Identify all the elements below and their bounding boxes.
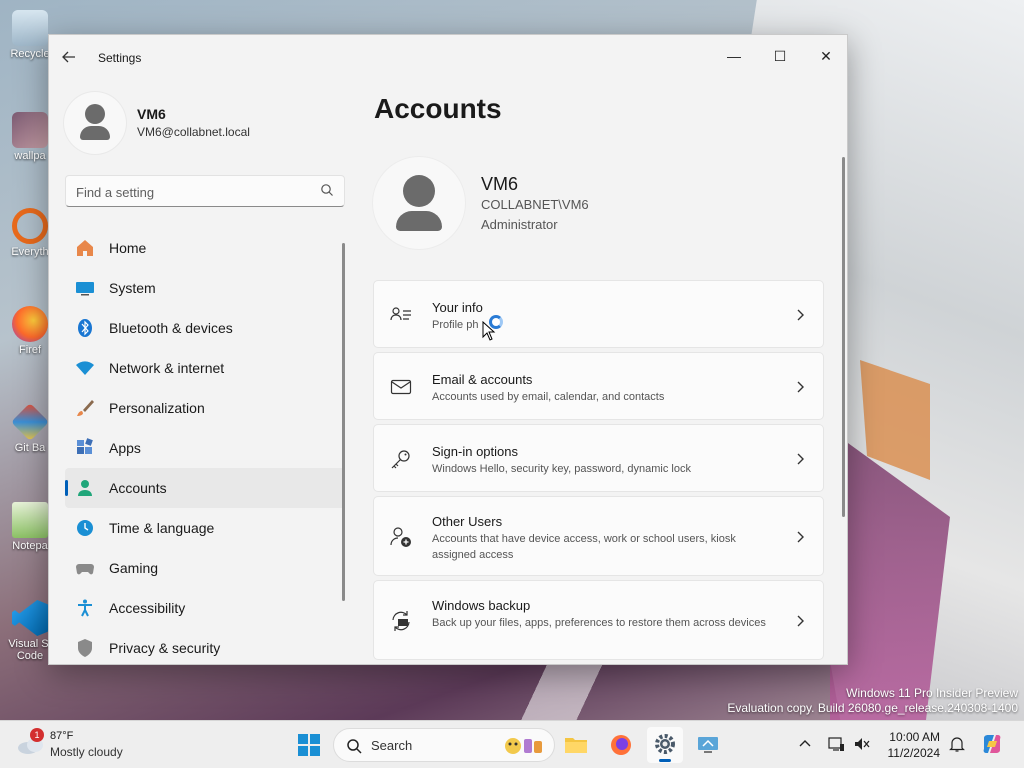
windows-backup-card[interactable]: Windows backup Back up your files, apps,… — [373, 580, 824, 660]
key-icon — [391, 450, 410, 469]
profile-name: VM6 — [137, 106, 166, 122]
globe-clock-icon — [77, 520, 93, 536]
taskbar: 1 87°F Mostly cloudy Search 10:00 AM 11/… — [0, 720, 1024, 768]
copilot-icon[interactable] — [980, 732, 1004, 756]
remote-desktop-button[interactable] — [690, 727, 726, 763]
chevron-up-icon[interactable] — [796, 735, 814, 753]
chevron-right-icon — [797, 531, 804, 543]
bluetooth-icon — [78, 319, 92, 337]
apps-icon — [77, 438, 93, 454]
chevron-right-icon — [797, 453, 804, 465]
windows-logo-icon — [298, 734, 320, 756]
content-scrollbar[interactable] — [842, 157, 845, 517]
everything-search-icon — [12, 208, 48, 244]
paintbrush-icon — [77, 400, 94, 416]
recycle-bin-icon — [12, 10, 48, 46]
home-icon — [77, 240, 93, 256]
remote-desktop-icon — [698, 737, 718, 753]
maximize-button[interactable]: ☐ — [757, 41, 803, 71]
gamepad-icon — [76, 564, 94, 575]
notepad-plus-icon — [12, 502, 48, 538]
profile-email: VM6@collabnet.local — [137, 125, 250, 139]
settings-taskbar-button[interactable] — [647, 727, 683, 763]
other-users-card[interactable]: Other Users Accounts that have device ac… — [373, 496, 824, 576]
gear-icon — [655, 734, 675, 754]
volume-muted-icon[interactable] — [853, 735, 871, 753]
image-file-icon — [12, 112, 48, 148]
profile-avatar[interactable] — [64, 92, 126, 154]
firefox-taskbar-button[interactable] — [603, 727, 639, 763]
sidebar-item-system[interactable]: System — [65, 268, 345, 308]
account-domain: COLLABNET\VM6 — [481, 197, 589, 212]
settings-window: Settings — ☐ ✕ VM6 VM6@collabnet.local H… — [48, 34, 848, 665]
close-button[interactable]: ✕ — [803, 41, 847, 71]
clock-date: 11/2/2024 — [887, 746, 941, 760]
user-icon — [85, 104, 105, 124]
taskbar-search[interactable]: Search — [333, 728, 555, 762]
clock-time: 10:00 AM — [889, 730, 940, 744]
minimize-button[interactable]: — — [711, 41, 757, 71]
network-icon[interactable] — [827, 735, 845, 753]
notification-badge: 1 — [30, 728, 44, 742]
busy-spinner-icon — [489, 315, 503, 329]
person-icon — [78, 480, 92, 496]
title-bar[interactable]: Settings — ☐ ✕ — [49, 35, 847, 81]
contact-card-icon — [390, 307, 411, 321]
firefox-icon — [611, 735, 631, 755]
accessibility-icon — [78, 599, 92, 617]
monitor-icon — [76, 282, 94, 296]
chevron-right-icon — [797, 381, 804, 393]
chevron-right-icon — [797, 615, 804, 627]
sidebar-item-accessibility[interactable]: Accessibility — [65, 588, 345, 628]
firefox-icon — [12, 306, 48, 342]
bell-icon[interactable] — [948, 735, 966, 753]
weather-condition: Mostly cloudy — [50, 745, 123, 759]
back-arrow-icon[interactable] — [61, 49, 83, 67]
envelope-icon — [390, 379, 412, 395]
settings-search-box[interactable] — [65, 175, 345, 207]
search-input[interactable] — [76, 182, 311, 202]
git-bash-icon — [10, 402, 50, 442]
email-accounts-card[interactable]: Email & accounts Accounts used by email,… — [373, 352, 824, 420]
clock[interactable]: 10:00 AM 11/2/2024 — [876, 729, 941, 761]
search-highlight-icon — [505, 738, 542, 754]
chevron-right-icon — [797, 309, 804, 321]
search-icon — [347, 739, 362, 754]
search-icon[interactable] — [320, 183, 334, 197]
user-icon — [403, 175, 435, 207]
window-title: Settings — [98, 51, 142, 65]
sidebar-item-network[interactable]: Network & internet — [65, 348, 345, 388]
sidebar-nav: Home System Bluetooth & devices Network … — [65, 228, 345, 664]
sidebar-item-gaming[interactable]: Gaming — [65, 548, 345, 588]
weather-temperature: 87°F — [50, 730, 74, 742]
add-user-icon — [390, 527, 411, 547]
account-name: VM6 — [481, 174, 519, 194]
windows-watermark: Windows 11 Pro Insider Preview Evaluatio… — [727, 686, 1018, 715]
wifi-icon — [76, 361, 94, 375]
your-info-card[interactable]: Your info Profile ph — [373, 280, 824, 348]
sign-in-options-card[interactable]: Sign-in options Windows Hello, security … — [373, 424, 824, 492]
weather-widget[interactable]: 1 87°F Mostly cloudy — [16, 728, 146, 762]
sidebar-item-bluetooth[interactable]: Bluetooth & devices — [65, 308, 345, 348]
sidebar-item-privacy-security[interactable]: Privacy & security — [65, 628, 345, 664]
sidebar-item-time-language[interactable]: Time & language — [65, 508, 345, 548]
sidebar-item-apps[interactable]: Apps — [65, 428, 345, 468]
sidebar-item-personalization[interactable]: Personalization — [65, 388, 345, 428]
page-title: Accounts — [374, 93, 502, 124]
backup-sync-icon — [392, 611, 410, 631]
sidebar-scrollbar[interactable] — [342, 243, 345, 601]
folder-icon — [565, 738, 587, 753]
file-explorer-button[interactable] — [558, 727, 594, 763]
account-avatar — [373, 157, 465, 249]
start-button[interactable] — [291, 727, 327, 763]
shield-icon — [78, 639, 92, 657]
sidebar-item-accounts[interactable]: Accounts — [65, 468, 345, 508]
account-role: Administrator — [481, 217, 558, 232]
sidebar-item-home[interactable]: Home — [65, 228, 345, 268]
vscode-icon — [12, 600, 48, 636]
